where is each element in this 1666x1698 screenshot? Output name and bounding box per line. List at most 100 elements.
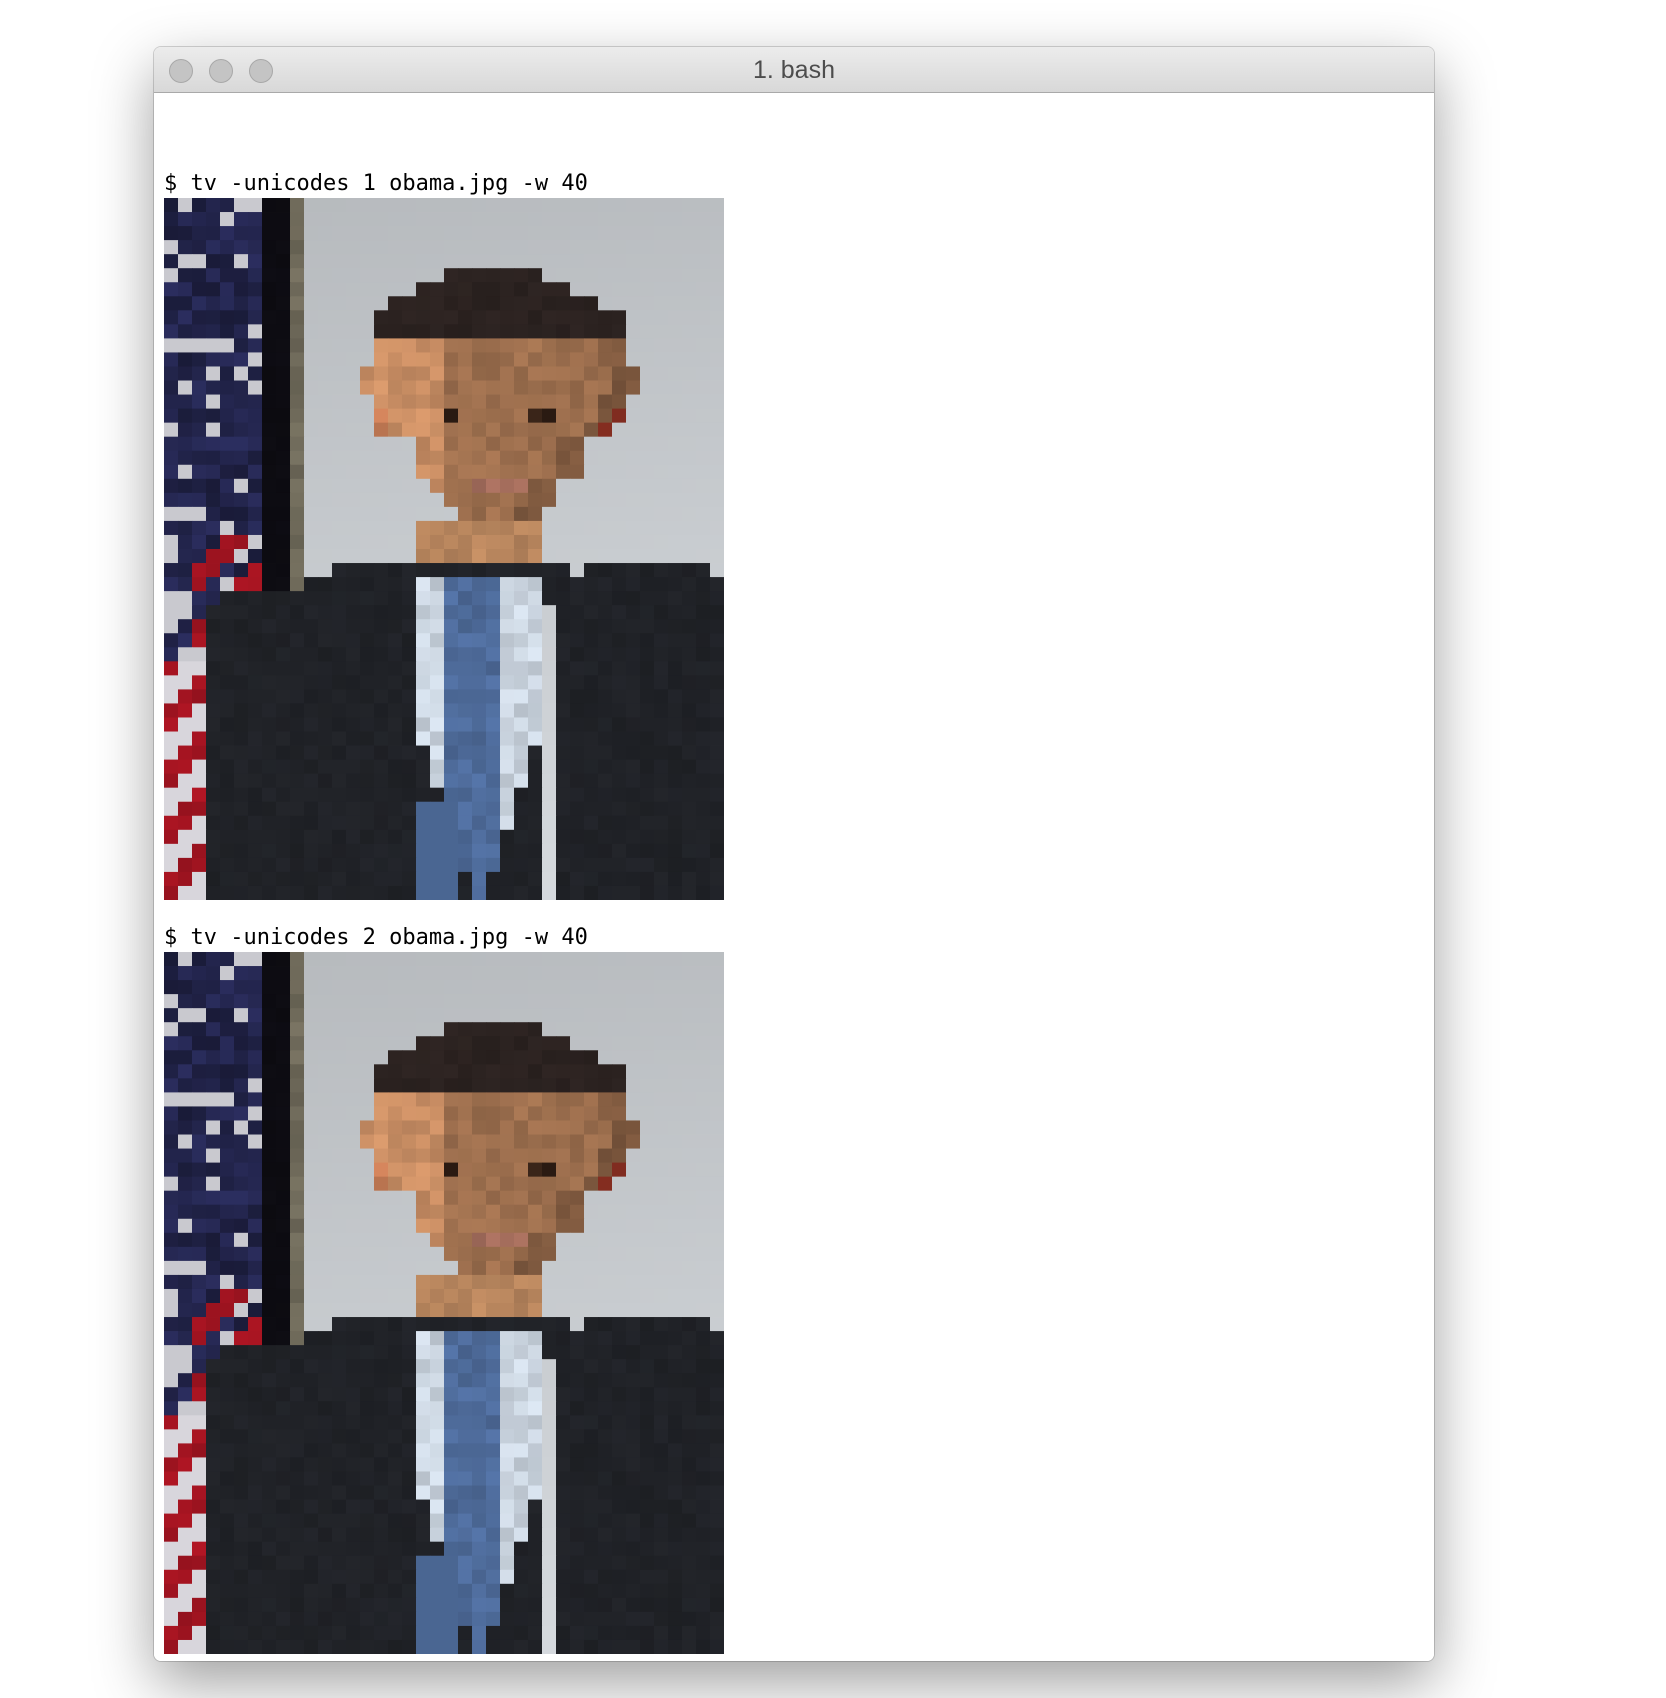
image-pixel (248, 1443, 263, 1458)
image-pixel (556, 871, 571, 887)
image-pixel (486, 198, 501, 213)
image-pixel (318, 450, 333, 466)
image-pixel (542, 408, 557, 424)
image-pixel (654, 980, 669, 995)
image-pixel (542, 1373, 557, 1388)
image-pixel (332, 506, 347, 522)
image-pixel (234, 422, 249, 438)
image-pixel (402, 422, 417, 438)
image-pixel (542, 1092, 557, 1107)
image-pixel (640, 1429, 655, 1444)
image-pixel (514, 1359, 529, 1374)
image-pixel (248, 1583, 263, 1599)
image-pixel (514, 577, 529, 592)
image-pixel (556, 1036, 571, 1051)
image-pixel (514, 1401, 529, 1416)
image-pixel (640, 534, 655, 550)
image-pixel (486, 394, 501, 409)
image-pixel (248, 1246, 263, 1262)
image-pixel (444, 1373, 459, 1388)
image-pixel (640, 1078, 655, 1093)
image-pixel (542, 703, 557, 718)
image-pixel (542, 633, 557, 648)
image-pixel (528, 773, 543, 789)
image-pixel (626, 380, 641, 395)
image-pixel (444, 464, 459, 480)
image-pixel (444, 871, 459, 887)
image-pixel (178, 1485, 193, 1500)
image-pixel (486, 966, 501, 981)
image-pixel (528, 422, 543, 438)
image-pixel (556, 966, 571, 981)
image-pixel (220, 647, 235, 662)
image-pixel (416, 310, 431, 325)
image-pixel (486, 605, 501, 620)
image-pixel (346, 647, 361, 662)
image-pixel (556, 1457, 571, 1472)
image-pixel (528, 1541, 543, 1557)
image-pixel (654, 773, 669, 789)
image-pixel (696, 1401, 711, 1416)
image-pixel (192, 619, 207, 634)
image-pixel (360, 1008, 375, 1023)
image-pixel (164, 1317, 179, 1332)
image-pixel (332, 759, 347, 775)
image-pixel (346, 1597, 361, 1613)
image-pixel (528, 394, 543, 409)
image-pixel (626, 1569, 641, 1585)
title-bar[interactable]: 1. bash (154, 47, 1434, 93)
image-pixel (220, 1415, 235, 1430)
image-pixel (206, 1036, 221, 1051)
image-pixel (374, 1120, 389, 1135)
image-pixel (472, 549, 487, 564)
image-pixel (458, 1260, 473, 1276)
image-pixel (710, 1106, 724, 1121)
image-pixel (430, 675, 445, 690)
image-pixel (514, 450, 529, 466)
image-pixel (500, 1471, 515, 1486)
terminal-content[interactable]: $ tv -unicodes 1 obama.jpg -w 40 $ tv -u… (154, 93, 1434, 1661)
image-pixel (682, 352, 697, 367)
image-pixel (206, 815, 221, 831)
image-pixel (612, 254, 627, 269)
image-pixel (682, 1190, 697, 1206)
image-pixel (290, 829, 305, 845)
image-pixel (220, 1246, 235, 1262)
image-pixel (654, 310, 669, 325)
image-pixel (416, 1527, 431, 1543)
image-pixel (472, 1485, 487, 1500)
image-pixel (206, 994, 221, 1009)
image-pixel (514, 408, 529, 424)
image-pixel (598, 1331, 613, 1346)
image-pixel (640, 801, 655, 817)
image-pixel (332, 829, 347, 845)
image-pixel (570, 801, 585, 817)
image-pixel (668, 1597, 683, 1613)
image-pixel (458, 647, 473, 662)
image-pixel (276, 1120, 291, 1135)
image-pixel (374, 759, 389, 775)
image-pixel (682, 492, 697, 508)
image-pixel (710, 212, 724, 227)
image-pixel (360, 464, 375, 480)
image-pixel (318, 1064, 333, 1079)
image-pixel (500, 1134, 515, 1149)
image-pixel (654, 703, 669, 718)
image-pixel (332, 1162, 347, 1178)
image-pixel (304, 240, 319, 255)
image-pixel (164, 282, 179, 297)
image-pixel (234, 1246, 249, 1262)
image-pixel (304, 198, 319, 213)
image-pixel (360, 520, 375, 536)
image-pixel (178, 450, 193, 466)
image-pixel (430, 408, 445, 424)
image-pixel (472, 394, 487, 409)
image-pixel (332, 1415, 347, 1430)
image-pixel (276, 1387, 291, 1402)
image-pixel (360, 1148, 375, 1163)
image-pixel (304, 619, 319, 634)
image-pixel (248, 338, 263, 353)
image-pixel (570, 1457, 585, 1472)
image-pixel (472, 478, 487, 494)
image-pixel (346, 1317, 361, 1332)
